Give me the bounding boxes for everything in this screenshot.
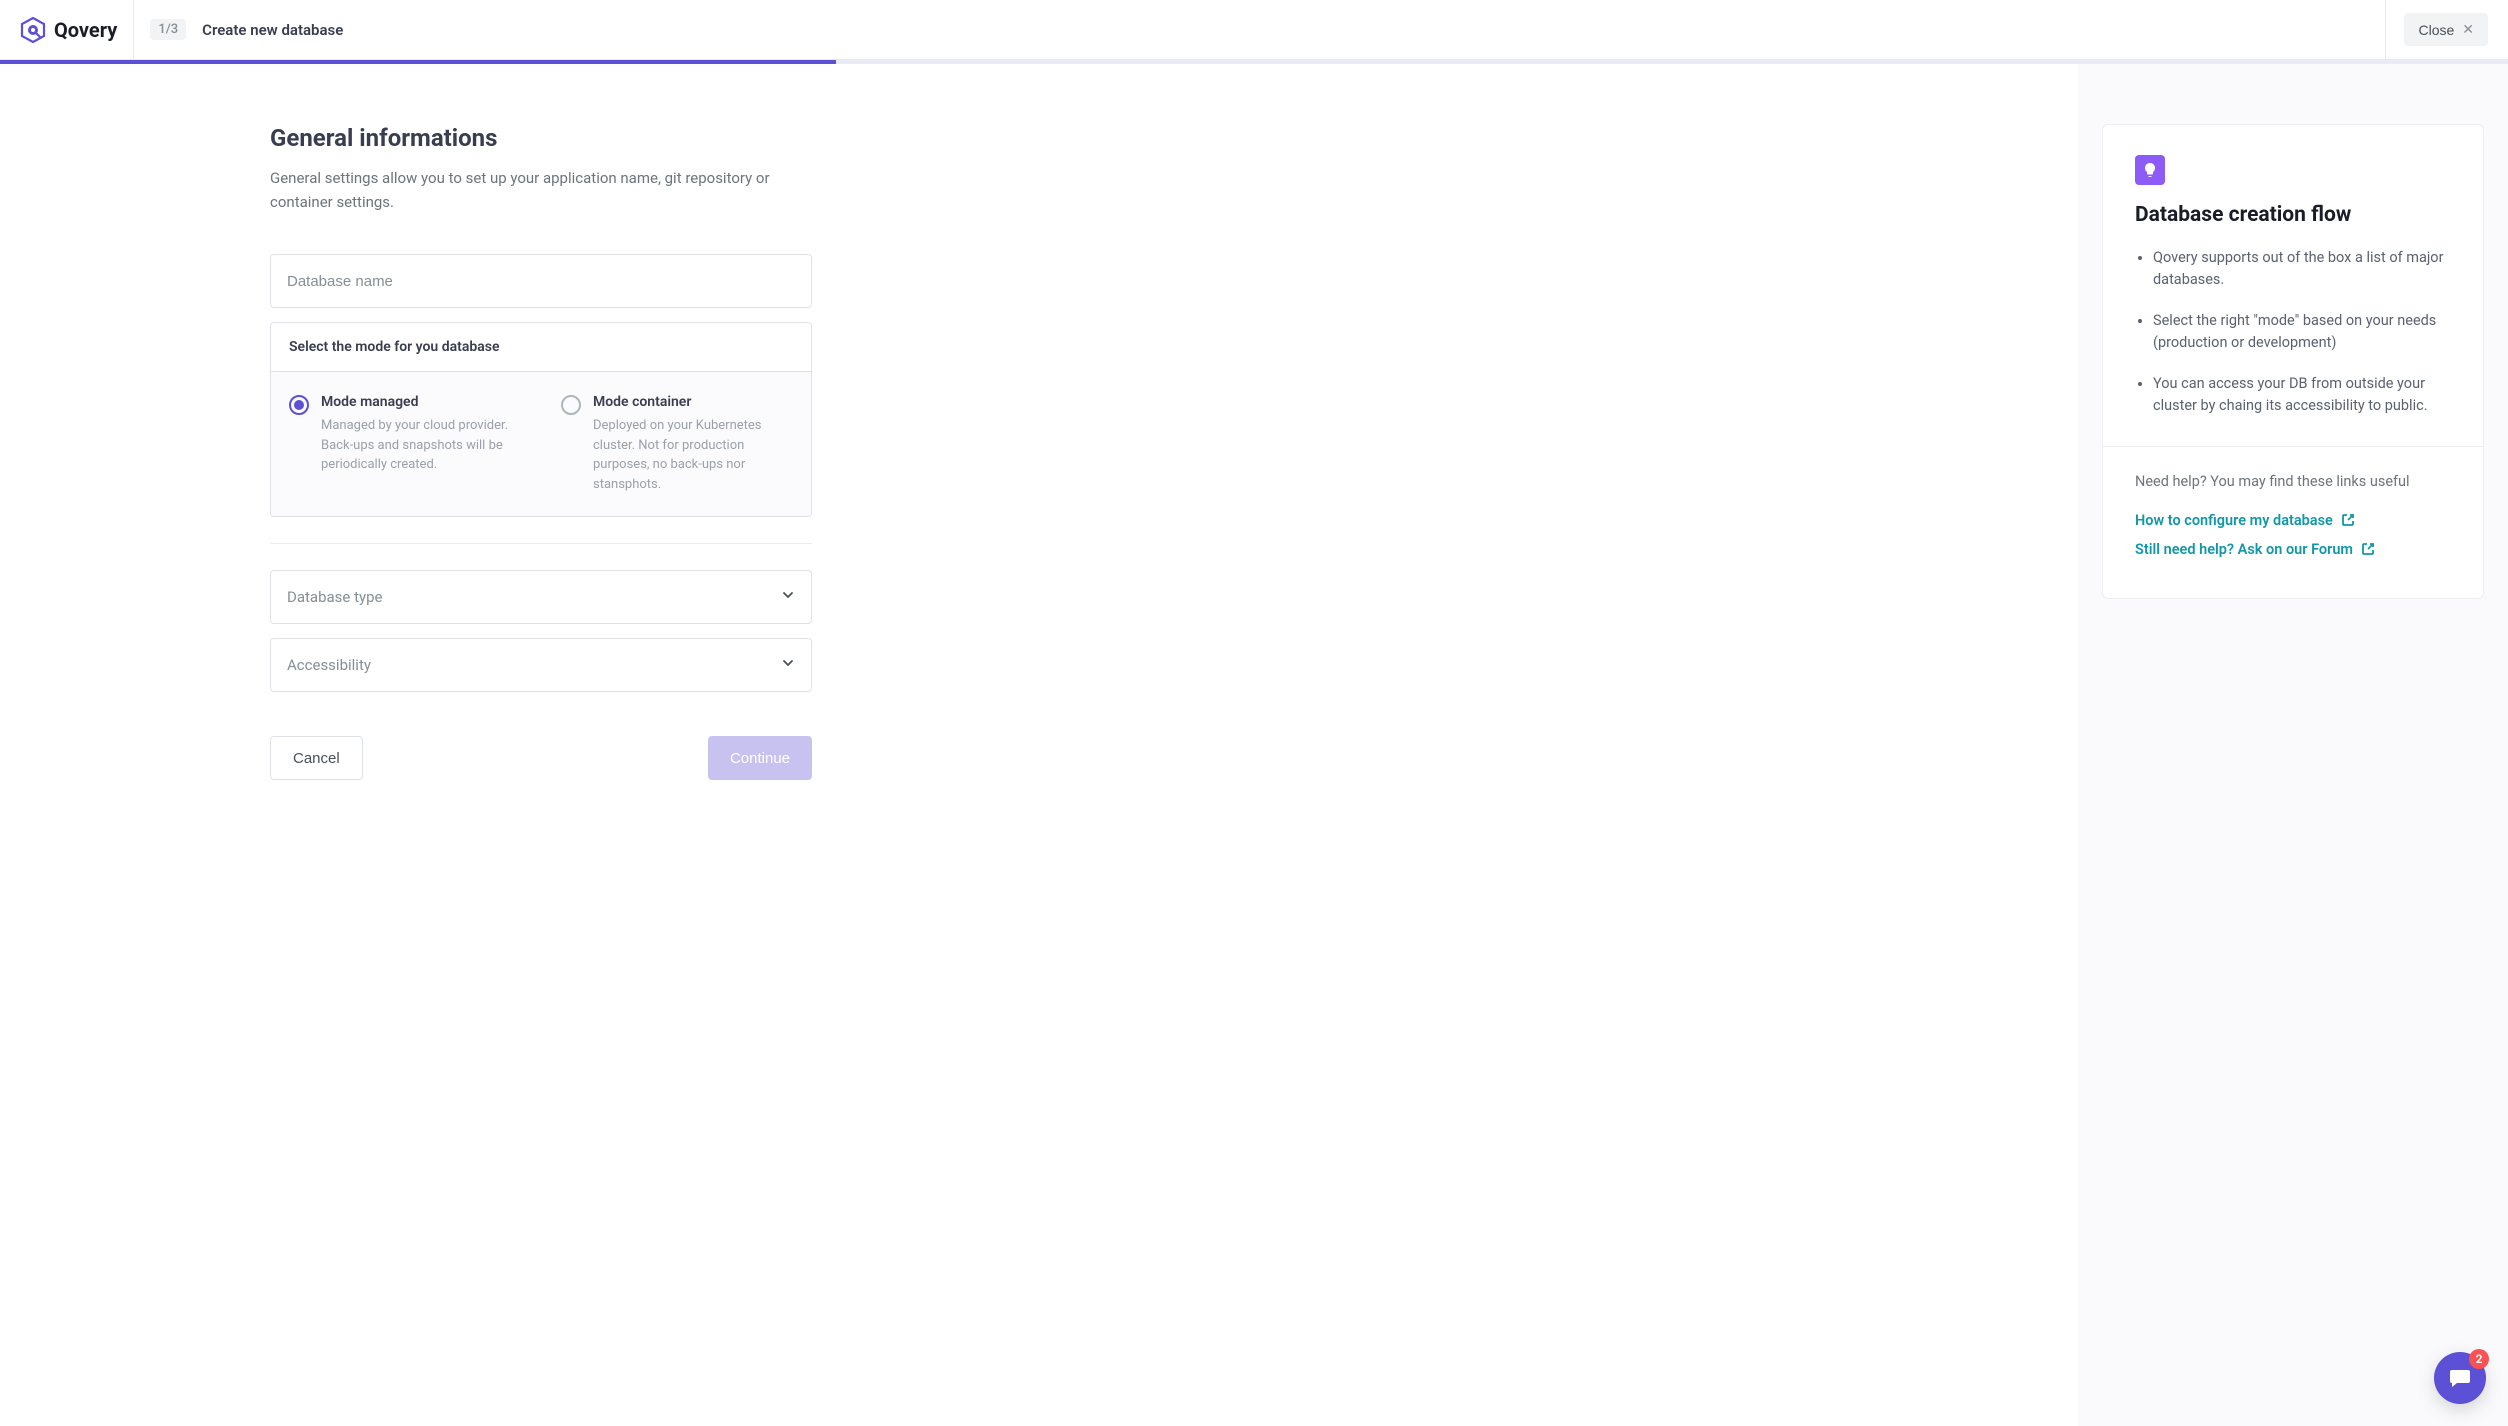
chat-launcher[interactable]: 2 <box>2434 1352 2486 1404</box>
accessibility-label: Accessibility <box>287 656 371 674</box>
close-icon: ✕ <box>2462 21 2474 38</box>
mode-body: Mode managed Managed by your cloud provi… <box>271 372 811 516</box>
radio-container-icon <box>561 395 581 415</box>
help-link-label: Still need help? Ask on our Forum <box>2135 541 2353 558</box>
help-item: You can access your DB from outside your… <box>2153 373 2451 418</box>
help-title: Database creation flow <box>2135 203 2451 227</box>
help-link-forum[interactable]: Still need help? Ask on our Forum <box>2135 541 2451 558</box>
mode-card: Select the mode for you database Mode ma… <box>270 322 812 517</box>
mode-container-label: Mode container <box>593 394 793 410</box>
button-row: Cancel Continue <box>270 736 812 780</box>
header: Qovery 1/3 Create new database Close ✕ <box>0 0 2508 60</box>
database-type-select[interactable]: Database type <box>270 570 812 624</box>
help-item: Select the right "mode" based on your ne… <box>2153 310 2451 355</box>
database-name-input[interactable] <box>270 254 812 308</box>
help-card: Database creation flow Qovery supports o… <box>2102 124 2484 599</box>
database-type-label: Database type <box>287 588 382 606</box>
main: General informations General settings al… <box>0 64 2508 1426</box>
logo[interactable]: Qovery <box>20 17 117 43</box>
header-right-divider <box>2385 0 2386 60</box>
mode-managed-option[interactable]: Mode managed Managed by your cloud provi… <box>289 394 521 494</box>
radio-managed-icon <box>289 395 309 415</box>
mode-managed-desc: Managed by your cloud provider. Back-ups… <box>321 416 521 475</box>
chat-icon <box>2447 1365 2473 1391</box>
external-link-icon <box>2361 542 2375 556</box>
cancel-button[interactable]: Cancel <box>270 736 363 780</box>
lightbulb-icon <box>2135 155 2165 185</box>
help-list: Qovery supports out of the box a list of… <box>2135 247 2451 418</box>
help-link-label: How to configure my database <box>2135 512 2333 529</box>
qovery-logo-icon <box>20 17 46 43</box>
brand-name: Qovery <box>54 18 117 42</box>
header-right: Close ✕ <box>2385 0 2488 60</box>
mode-container-option[interactable]: Mode container Deployed on your Kubernet… <box>561 394 793 494</box>
chevron-down-icon <box>781 588 795 606</box>
help-item: Qovery supports out of the box a list of… <box>2153 247 2451 292</box>
chat-badge: 2 <box>2469 1349 2489 1369</box>
mode-managed-label: Mode managed <box>321 394 521 410</box>
form-separator <box>270 543 812 544</box>
section-title: General informations <box>270 124 812 152</box>
mode-header: Select the mode for you database <box>271 323 811 372</box>
sidebar: Database creation flow Qovery supports o… <box>2078 64 2508 1426</box>
chevron-down-icon <box>781 656 795 674</box>
help-card-bottom: Need help? You may find these links usef… <box>2103 446 2483 598</box>
accessibility-select[interactable]: Accessibility <box>270 638 812 692</box>
section-desc: General settings allow you to set up you… <box>270 166 800 214</box>
header-left: Qovery 1/3 Create new database <box>20 0 343 60</box>
external-link-icon <box>2341 513 2355 527</box>
close-label: Close <box>2418 22 2454 38</box>
continue-button[interactable]: Continue <box>708 736 812 780</box>
header-divider <box>133 0 134 60</box>
content-area: General informations General settings al… <box>0 64 2078 1426</box>
close-button[interactable]: Close ✕ <box>2404 13 2488 46</box>
mode-container-desc: Deployed on your Kubernetes cluster. Not… <box>593 416 793 494</box>
page-title: Create new database <box>202 21 343 39</box>
step-badge: 1/3 <box>150 19 186 40</box>
help-prompt: Need help? You may find these links usef… <box>2135 473 2451 490</box>
help-card-top: Database creation flow Qovery supports o… <box>2103 125 2483 446</box>
help-link-configure[interactable]: How to configure my database <box>2135 512 2451 529</box>
